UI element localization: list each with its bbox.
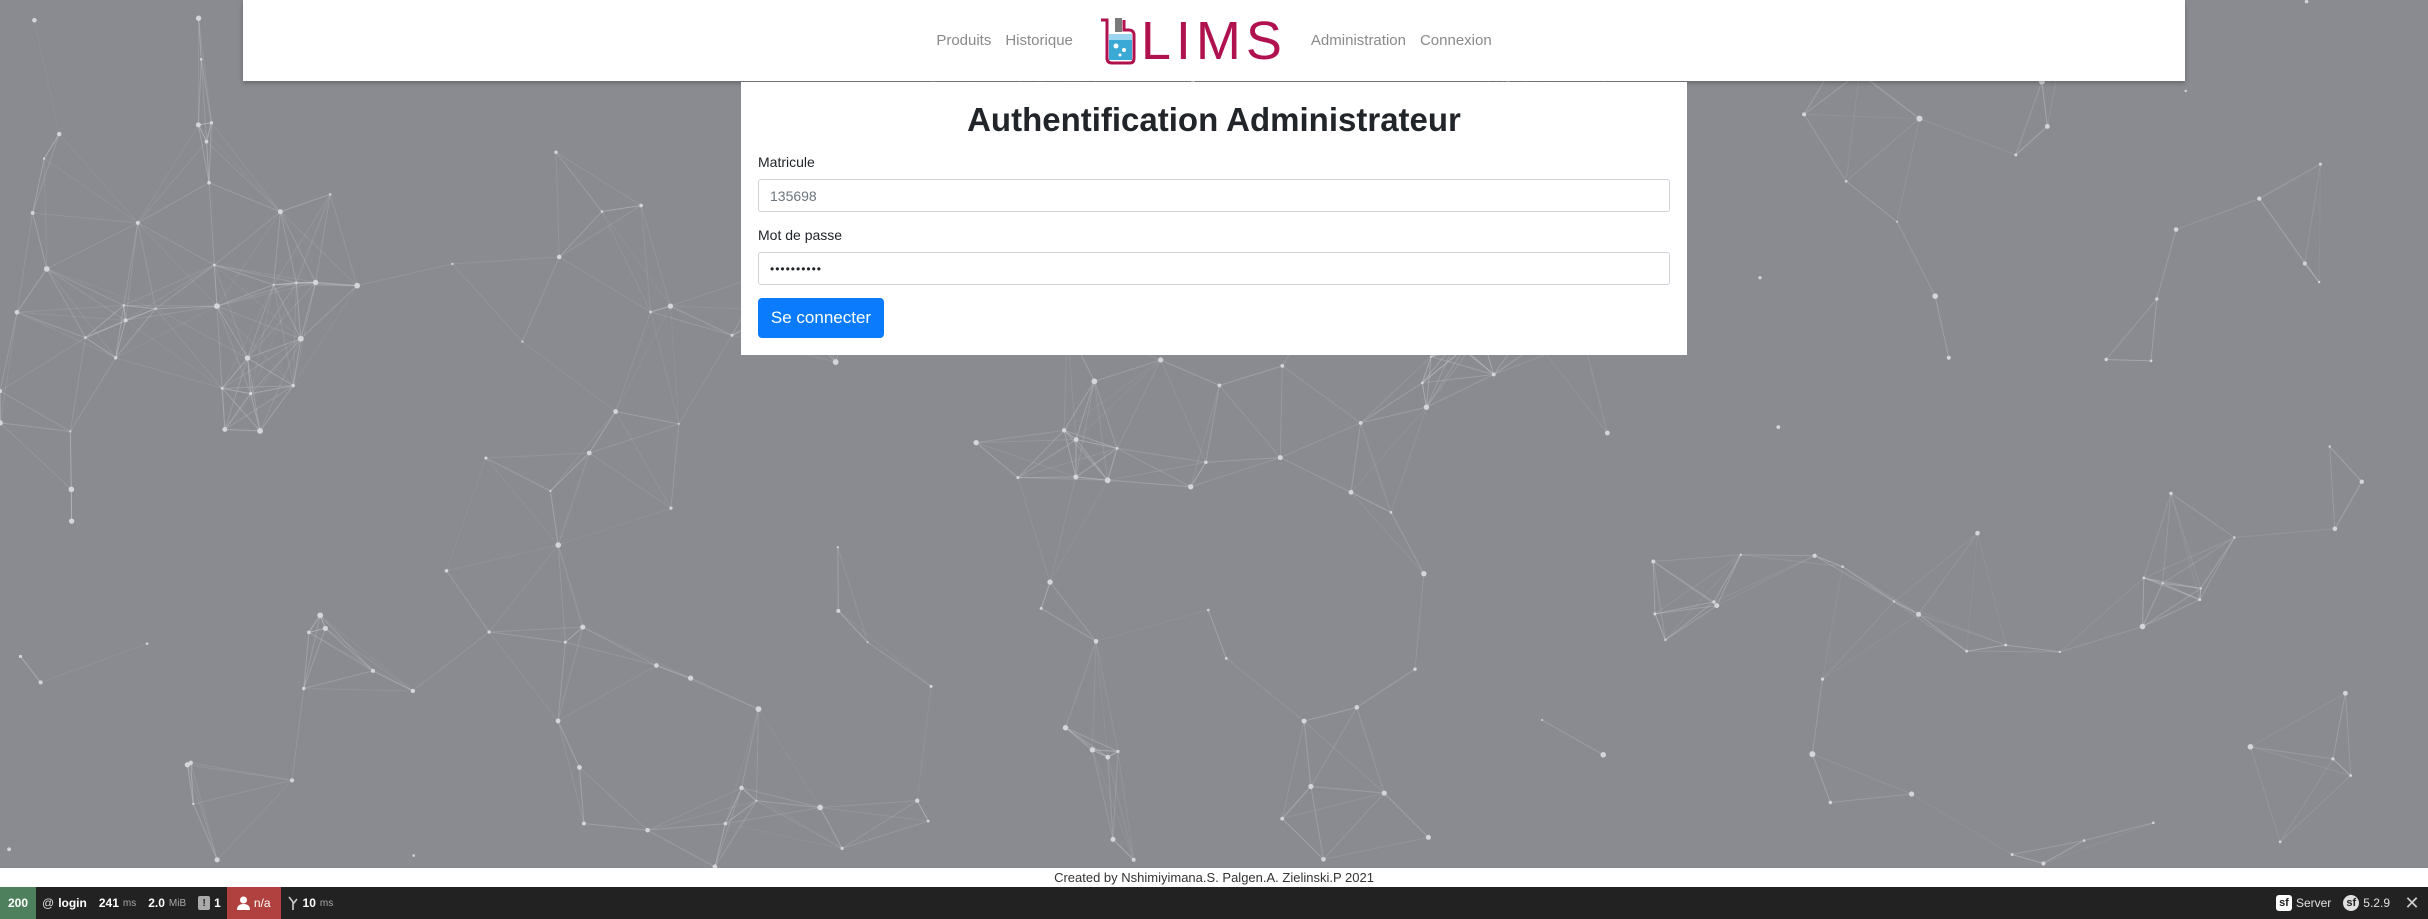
warning-icon: ! (198, 896, 211, 910)
login-submit-button[interactable]: Se connecter (758, 298, 884, 338)
nav-link-produits[interactable]: Produits (929, 32, 998, 49)
time-value: 241 (98, 896, 119, 910)
admin-login-card: Authentification Administrateur Matricul… (741, 82, 1687, 355)
server-label: Server (2295, 896, 2332, 910)
twig-icon (287, 896, 298, 910)
debug-toolbar: 200 @ login 241 ms 2.0 MiB ! 1 n/a 10 ms… (0, 887, 2428, 919)
footer-credit: Created by Nshimiyimana.S. Palgen.A. Zie… (0, 868, 2428, 887)
password-input[interactable]: •••••••••• (758, 252, 1670, 285)
logs-item[interactable]: ! 1 (192, 887, 227, 919)
status-code-badge[interactable]: 200 (0, 887, 36, 919)
user-icon (236, 896, 250, 910)
matricule-label: Matricule (758, 154, 815, 170)
top-navbar: Produits Historique LIMS Administration … (243, 0, 2185, 81)
close-icon[interactable]: ✕ (2396, 887, 2428, 919)
server-item[interactable]: sf Server (2270, 887, 2337, 919)
user-item[interactable]: n/a (226, 887, 281, 919)
login-title: Authentification Administrateur (967, 101, 1461, 138)
symfony-logo-icon: sf (2343, 895, 2360, 911)
memory-unit: MiB (168, 897, 187, 909)
twig-item[interactable]: 10 ms (281, 887, 340, 919)
logs-count: 1 (214, 896, 221, 910)
symfony-server-icon: sf (2275, 895, 2292, 911)
time-item[interactable]: 241 ms (93, 887, 142, 919)
nav-link-historique[interactable]: Historique (998, 32, 1080, 49)
user-name: n/a (253, 896, 271, 910)
lims-logo[interactable]: LIMS (1090, 14, 1294, 68)
memory-item[interactable]: 2.0 MiB (142, 887, 192, 919)
at-icon: @ (42, 896, 55, 910)
nav-link-connexion[interactable]: Connexion (1413, 32, 1499, 49)
route-name: login (58, 896, 87, 910)
twig-time-value: 10 (302, 896, 316, 910)
version-item[interactable]: sf 5.2.9 (2337, 887, 2396, 919)
password-label: Mot de passe (758, 227, 843, 243)
toolbar-right: sf Server sf 5.2.9 ✕ (2270, 887, 2428, 919)
route-item[interactable]: @ login (36, 887, 93, 919)
nav-link-administration[interactable]: Administration (1304, 32, 1413, 49)
matricule-input[interactable]: 135698 (758, 179, 1670, 212)
main-nav: Produits Historique LIMS Administration … (929, 14, 1498, 68)
flask-logo-icon (1100, 17, 1136, 64)
logo-text: LIMS (1140, 10, 1287, 71)
twig-time-unit: ms (319, 897, 334, 909)
memory-value: 2.0 (148, 896, 165, 910)
symfony-version: 5.2.9 (2363, 896, 2390, 910)
time-unit: ms (122, 897, 137, 909)
